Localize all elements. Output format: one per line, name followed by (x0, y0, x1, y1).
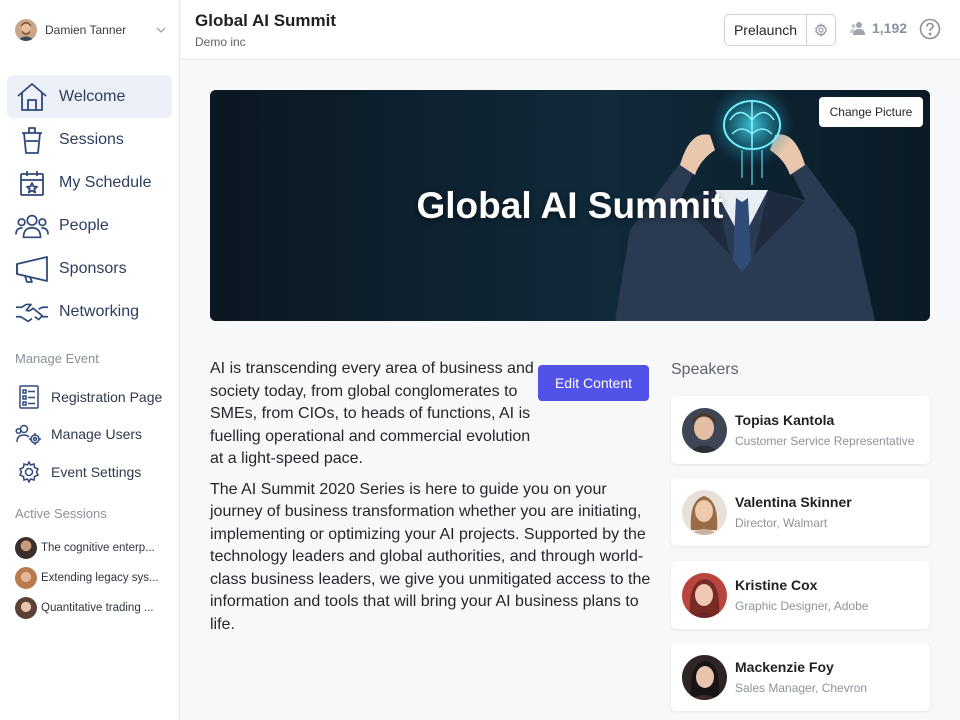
speaker-role: Graphic Designer, Adobe (735, 599, 869, 613)
top-header: Global AI Summit Demo inc Prelaunch 1,19… (181, 0, 960, 60)
users-gear-icon (15, 420, 43, 448)
speaker-photo (682, 407, 727, 453)
handshake-icon (15, 296, 49, 328)
speaker-name: Kristine Cox (735, 577, 818, 593)
nav-label: People (59, 216, 109, 234)
description-paragraph: The AI Summit 2020 Series is here to gui… (210, 480, 651, 633)
speaker-card[interactable]: Topias Kantola Customer Service Represen… (671, 396, 930, 464)
speaker-card[interactable]: Valentina Skinner Director, Walmart (671, 478, 930, 546)
event-banner: Global AI Summit Change Picture (210, 90, 930, 321)
manage-label: Registration Page (51, 388, 163, 405)
prelaunch-control: Prelaunch (724, 14, 836, 46)
speaker-photo (682, 572, 727, 618)
attendees-icon (850, 22, 865, 35)
speaker-role: Director, Walmart (735, 516, 828, 530)
nav-label: Sessions (59, 130, 124, 148)
manage-event-list: Registration Page Manage Users Event Set… (15, 378, 175, 491)
nav-item-networking[interactable]: Networking (7, 290, 172, 333)
speaker-name: Mackenzie Foy (735, 659, 834, 675)
session-label: Extending legacy sys... (41, 572, 159, 584)
speaker-name: Topias Kantola (735, 412, 835, 428)
people-icon (15, 210, 49, 242)
session-item[interactable]: Extending legacy sys... (15, 563, 173, 593)
sidebar: Damien Tanner Welcome Sessions My Schedu… (0, 0, 180, 720)
user-menu[interactable]: Damien Tanner (15, 18, 167, 42)
session-avatar (15, 567, 37, 589)
change-picture-button[interactable]: Change Picture (819, 97, 923, 127)
help-icon[interactable] (919, 18, 941, 40)
attendee-counter[interactable]: 1,192 (850, 20, 907, 36)
nav-label: Networking (59, 302, 140, 320)
nav-item-people[interactable]: People (7, 204, 172, 247)
description-paragraph: AI is transcending every area of busines… (210, 360, 534, 467)
nav-label: My Schedule (59, 173, 152, 191)
manage-item-registration[interactable]: Registration Page (15, 378, 175, 416)
home-icon (15, 81, 49, 113)
user-avatar (15, 19, 37, 41)
session-label: Quantitative trading ... (41, 602, 154, 614)
active-sessions-heading: Active Sessions (15, 506, 107, 521)
event-organization: Demo inc (195, 35, 246, 49)
chevron-down-icon[interactable] (155, 24, 167, 36)
active-sessions-list: The cognitive enterp... Extending legacy… (15, 533, 173, 623)
speakers-heading: Speakers (671, 361, 739, 378)
speaker-photo (682, 654, 727, 700)
nav-label: Sponsors (59, 259, 127, 277)
speaker-card[interactable]: Kristine Cox Graphic Designer, Adobe (671, 561, 930, 629)
main-nav: Welcome Sessions My Schedule People Spon… (7, 75, 172, 333)
nav-item-sponsors[interactable]: Sponsors (7, 247, 172, 290)
manage-event-heading: Manage Event (15, 351, 99, 366)
event-title: Global AI Summit (195, 11, 337, 30)
speaker-role: Customer Service Representative (735, 434, 915, 448)
nav-item-welcome[interactable]: Welcome (7, 75, 172, 118)
form-icon (15, 383, 43, 411)
session-item[interactable]: Quantitative trading ... (15, 593, 173, 623)
manage-label: Manage Users (51, 426, 143, 443)
megaphone-icon (15, 253, 49, 285)
podium-icon (15, 124, 49, 156)
session-avatar (15, 537, 37, 559)
nav-item-my-schedule[interactable]: My Schedule (7, 161, 172, 204)
nav-item-sessions[interactable]: Sessions (7, 118, 172, 161)
calendar-star-icon (15, 167, 49, 199)
speaker-card[interactable]: Mackenzie Foy Sales Manager, Chevron (671, 643, 930, 711)
gear-icon (15, 458, 43, 486)
manage-item-users[interactable]: Manage Users (15, 416, 175, 454)
prelaunch-settings-icon[interactable] (807, 15, 835, 45)
user-name: Damien Tanner (45, 23, 127, 37)
session-avatar (15, 597, 37, 619)
edit-content-button[interactable]: Edit Content (538, 365, 649, 401)
banner-title: Global AI Summit (416, 185, 724, 226)
manage-label: Event Settings (51, 463, 142, 480)
manage-item-settings[interactable]: Event Settings (15, 453, 175, 491)
nav-label: Welcome (59, 87, 126, 105)
attendee-count: 1,192 (872, 20, 908, 36)
speaker-name: Valentina Skinner (735, 494, 852, 510)
prelaunch-button[interactable]: Prelaunch (725, 15, 807, 45)
speaker-role: Sales Manager, Chevron (735, 681, 868, 695)
speaker-photo (682, 489, 727, 535)
session-label: The cognitive enterp... (41, 542, 155, 554)
session-item[interactable]: The cognitive enterp... (15, 533, 173, 563)
